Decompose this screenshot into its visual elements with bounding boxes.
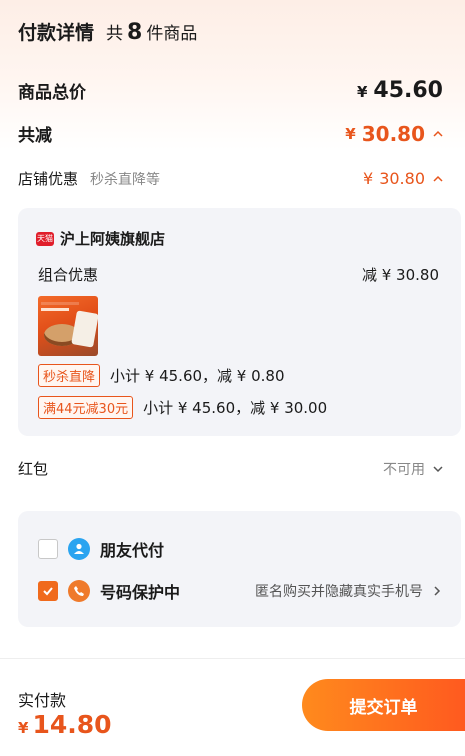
total-reduce-row[interactable]: 共减 ¥ 30.80 [18, 121, 443, 146]
currency-symbol: ¥ [363, 169, 374, 188]
combo-discount-label: 组合优惠 [38, 266, 99, 284]
tmall-badge-icon: 天猫 [36, 231, 54, 246]
store-promo-labels: 店铺优惠 秒杀直降等 [18, 168, 160, 189]
promo-text: 小计 ¥ 45.60，减 ¥ 30.00 [143, 399, 328, 417]
page-header: 付款详情 共 8 件商品 [18, 18, 197, 45]
combo-discount-row: 组合优惠 减 ¥ 30.80 [38, 264, 439, 285]
currency-symbol: ¥ [18, 719, 29, 737]
friend-pay-option[interactable]: 朋友代付 [38, 537, 441, 561]
privacy-checkbox[interactable] [38, 581, 58, 601]
item-count-suffix: 件商品 [146, 24, 198, 44]
privacy-label: 号码保护中 [100, 583, 181, 602]
footer-divider [0, 658, 465, 659]
thumb-decoration [71, 310, 98, 348]
shop-name[interactable]: 沪上阿姨旗舰店 [60, 228, 165, 249]
total-reduce-amount: 30.80 [361, 121, 425, 146]
currency-symbol: ¥ [356, 83, 368, 101]
friend-pay-checkbox[interactable] [38, 539, 58, 559]
promo-text: 小计 ¥ 45.60，减 ¥ 0.80 [110, 367, 285, 385]
phone-protect-icon [68, 580, 90, 602]
store-promo-value: ¥ 30.80 [363, 169, 443, 188]
product-thumbnail[interactable] [38, 296, 98, 356]
thumb-decoration [41, 302, 79, 305]
chevron-down-icon[interactable] [433, 464, 443, 474]
total-price-amount: 45.60 [373, 78, 443, 103]
friend-pay-icon [68, 538, 90, 560]
combo-discount-value: 减 ¥ 30.80 [361, 266, 439, 284]
checkmark-icon [43, 587, 53, 596]
privacy-option[interactable]: 号码保护中 匿名购买并隐藏真实手机号 [38, 579, 441, 603]
currency-symbol: ¥ [345, 124, 356, 143]
privacy-desc-text: 匿名购买并隐藏真实手机号 [255, 584, 423, 600]
promo-line: 秒杀直降 小计 ¥ 45.60，减 ¥ 0.80 [38, 364, 285, 387]
store-promo-label: 店铺优惠 [18, 170, 79, 188]
promo-line: 满44元减30元 小计 ¥ 45.60，减 ¥ 30.00 [38, 396, 327, 419]
payment-options-card: 朋友代付 号码保护中 匿名购买并隐藏真实手机号 [18, 511, 461, 627]
page-title: 付款详情 [18, 22, 95, 44]
item-count-number: 8 [127, 20, 143, 45]
item-count-prefix: 共 [106, 24, 124, 44]
total-price-value: ¥45.60 [357, 78, 443, 103]
actual-pay-amount: ¥ 14.80 [18, 710, 112, 739]
privacy-desc[interactable]: 匿名购买并隐藏真实手机号 [255, 581, 441, 601]
thumb-decoration [41, 308, 69, 311]
shop-header[interactable]: 天猫 沪上阿姨旗舰店 [36, 228, 165, 249]
store-promo-amount: 30.80 [379, 169, 425, 188]
promo-tag: 满44元减30元 [38, 396, 134, 419]
item-count: 共 8 件商品 [106, 19, 197, 45]
total-price-label: 商品总价 [18, 83, 86, 103]
chevron-up-icon[interactable] [433, 174, 443, 184]
actual-pay-label: 实付款 [18, 691, 67, 710]
store-promo-sub: 秒杀直降等 [90, 172, 161, 188]
submit-order-button[interactable]: 提交订单 [302, 679, 465, 731]
total-reduce-value: ¥ 30.80 [345, 122, 443, 146]
total-reduce-label: 共减 [18, 126, 52, 146]
red-packet-value: 不可用 [383, 459, 443, 479]
red-packet-status: 不可用 [383, 461, 425, 478]
total-price-row: 商品总价 ¥45.60 [18, 78, 443, 103]
red-packet-label: 红包 [18, 460, 49, 478]
chevron-up-icon[interactable] [433, 129, 443, 139]
red-packet-row[interactable]: 红包 不可用 [18, 458, 443, 479]
actual-pay-number: 14.80 [32, 710, 112, 739]
chevron-right-icon [434, 586, 441, 596]
store-promo-row[interactable]: 店铺优惠 秒杀直降等 ¥ 30.80 [18, 168, 443, 189]
promo-tag: 秒杀直降 [38, 364, 101, 387]
friend-pay-label: 朋友代付 [100, 541, 165, 560]
